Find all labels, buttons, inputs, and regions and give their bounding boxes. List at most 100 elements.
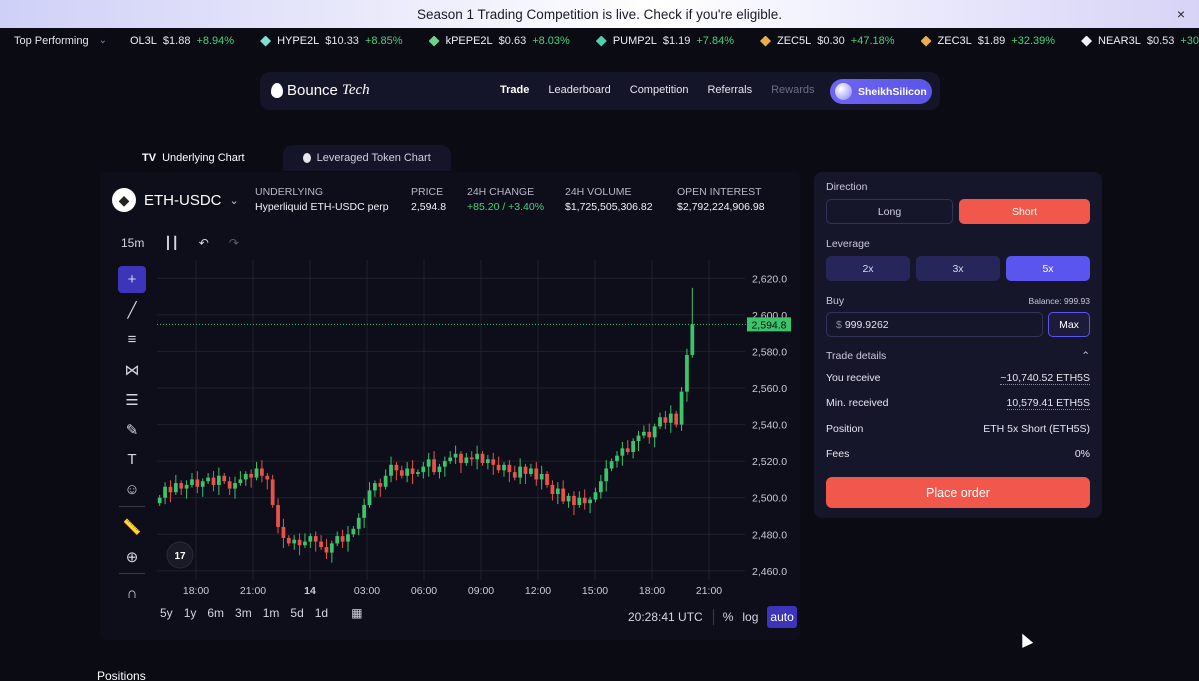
candle-body xyxy=(512,472,517,478)
user-account-button[interactable]: SheikhSilicon xyxy=(830,79,932,104)
interval-selector[interactable]: 15m xyxy=(121,236,144,250)
close-icon[interactable]: × xyxy=(1177,6,1185,22)
candle-body xyxy=(432,459,436,473)
nav-competition[interactable]: Competition xyxy=(630,84,689,96)
range-1d[interactable]: 1d xyxy=(315,606,328,620)
price-chart[interactable]: 2,620.02,600.02,580.02,560.02,540.02,520… xyxy=(100,260,800,605)
candle-body xyxy=(206,477,210,482)
log-toggle[interactable]: log xyxy=(742,610,758,624)
leverage-5x-button[interactable]: 5x xyxy=(1006,256,1090,281)
buy-amount-input[interactable]: $ 999.9262 xyxy=(826,312,1043,337)
candle-body xyxy=(663,417,668,423)
range-5d[interactable]: 5d xyxy=(290,606,303,620)
tab-leveraged-token-chart[interactable]: Leveraged Token Chart xyxy=(282,145,451,171)
candle-body xyxy=(469,457,474,460)
trade-details-label: Trade details xyxy=(826,350,887,362)
token-icon xyxy=(920,35,932,47)
nav-leaderboard[interactable]: Leaderboard xyxy=(548,84,610,96)
candle-body xyxy=(523,466,528,474)
candle-body xyxy=(168,486,173,493)
redo-icon[interactable]: ↷ xyxy=(229,236,239,250)
candle-body xyxy=(625,448,630,452)
candle-body xyxy=(260,468,264,476)
undo-icon[interactable]: ↶ xyxy=(199,236,209,250)
symbol-selector[interactable]: ◆ ETH-USDC ⌄ xyxy=(112,188,239,212)
detail-value: ETH 5x Short (ETH5S) xyxy=(983,423,1090,435)
y-tick-label: 2,540.0 xyxy=(752,420,787,432)
stat-label: 24H Change xyxy=(467,186,535,198)
candle-body xyxy=(233,483,237,489)
range-1y[interactable]: 1y xyxy=(184,606,197,620)
ticker-item[interactable]: OL3L $1.88 +8.94% xyxy=(130,35,234,47)
candle-body xyxy=(313,536,318,542)
ticker-item[interactable]: ZEC3L $1.89 +32.39% xyxy=(920,35,1055,47)
candle-body xyxy=(652,426,657,438)
candle-body xyxy=(399,470,404,476)
percent-toggle[interactable]: % xyxy=(723,610,734,624)
utc-clock[interactable]: 20:28:41 UTC xyxy=(628,610,703,624)
candle-body xyxy=(297,539,302,546)
stat-label: 24H Volume xyxy=(565,186,632,198)
candles-icon[interactable]: ┃┃ xyxy=(164,236,178,250)
range-3m[interactable]: 3m xyxy=(235,606,252,620)
detail-value: 0% xyxy=(1074,448,1090,460)
place-order-button[interactable]: Place order xyxy=(826,477,1090,508)
candle-body xyxy=(340,536,345,542)
long-button[interactable]: Long xyxy=(826,199,953,224)
top-performing-dropdown[interactable]: Top Performing ⌄ xyxy=(14,35,107,47)
tab-underlying-chart[interactable]: TV Underlying Chart xyxy=(122,145,265,171)
max-button[interactable]: Max xyxy=(1048,312,1090,337)
ticker-item[interactable]: kPEPE2L $0.63 +8.03% xyxy=(428,35,570,47)
brand-logo[interactable]: Bounce Tech xyxy=(271,82,370,99)
x-tick-label: 21:00 xyxy=(240,585,266,597)
leverage-2x-button[interactable]: 2x xyxy=(826,256,910,281)
ticker-item[interactable]: NEAR3L $0.53 +30.0 xyxy=(1081,35,1199,47)
avatar xyxy=(835,83,852,100)
ticker-change: +30.0 xyxy=(1180,35,1199,47)
candle-body xyxy=(555,488,560,495)
candle-body xyxy=(249,473,254,478)
ticker-item[interactable]: PUMP2L $1.19 +7.84% xyxy=(595,35,734,47)
auto-toggle[interactable]: auto xyxy=(767,606,797,628)
candle-body xyxy=(491,459,496,465)
ticker-symbol: kPEPE2L xyxy=(445,35,493,47)
leverage-3x-button[interactable]: 3x xyxy=(916,256,1000,281)
candle-body xyxy=(437,466,442,473)
stat-open-interest: Open Interest $2,792,224,906.98 xyxy=(677,186,765,213)
candle-body xyxy=(243,473,248,480)
short-button[interactable]: Short xyxy=(959,199,1090,224)
ticker-bar: Top Performing ⌄ OL3L $1.88 +8.94% HYPE2L $1… xyxy=(0,28,1199,54)
x-tick-label: 21:00 xyxy=(696,585,722,597)
nav-referrals[interactable]: Referrals xyxy=(707,84,752,96)
stat-price: Price 2,594.8 xyxy=(411,186,446,213)
banner-text[interactable]: Season 1 Trading Competition is live. Ch… xyxy=(417,7,782,22)
calendar-icon[interactable]: ▦ xyxy=(351,606,362,620)
nav-rewards[interactable]: Rewards xyxy=(771,84,814,96)
range-5y[interactable]: 5y xyxy=(160,606,173,620)
detail-key: You receive xyxy=(826,372,881,384)
candle-body xyxy=(529,468,533,474)
candle-body xyxy=(485,459,490,463)
stat-value: 2,594.8 xyxy=(411,201,447,213)
candle-body xyxy=(534,468,539,480)
token-icon xyxy=(760,35,771,47)
ticker-symbol: NEAR3L xyxy=(1098,35,1141,47)
trade-details-toggle[interactable]: Trade details ⌃ xyxy=(826,350,1090,362)
announcement-banner[interactable]: Season 1 Trading Competition is live. Ch… xyxy=(0,0,1199,28)
nav-trade[interactable]: Trade xyxy=(500,84,529,96)
balance-text: Balance: 999.93 xyxy=(1028,296,1090,306)
stat-underlying: Underlying Hyperliquid ETH-USDC perp xyxy=(255,186,389,213)
candle-body xyxy=(636,435,641,442)
range-1m[interactable]: 1m xyxy=(263,606,280,620)
ticker-price: $0.63 xyxy=(498,35,527,47)
candle-body xyxy=(319,541,323,548)
y-tick-label: 2,620.0 xyxy=(752,273,787,285)
candle-body xyxy=(539,473,544,480)
candle-body xyxy=(502,464,506,471)
ticker-item[interactable]: ZEC5L $0.30 +47.18% xyxy=(760,35,895,47)
ticker-item[interactable]: HYPE2L $10.33 +8.85% xyxy=(260,35,403,47)
candle-body xyxy=(383,475,388,487)
ticker-price: $1.88 xyxy=(162,35,191,47)
candle-body xyxy=(550,484,555,495)
range-6m[interactable]: 6m xyxy=(207,606,224,620)
